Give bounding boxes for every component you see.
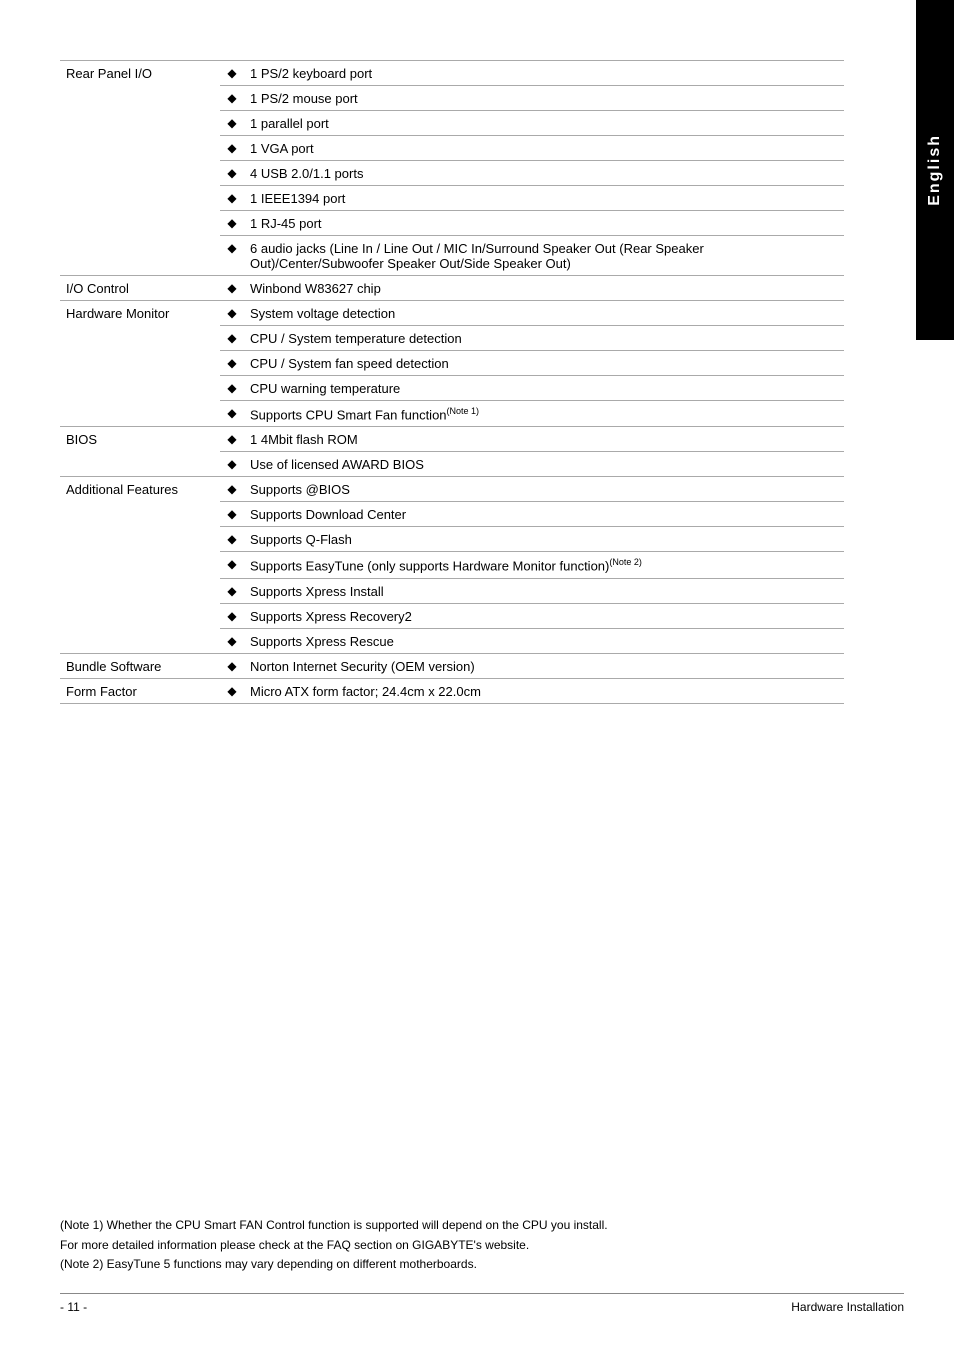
row-label: BIOS <box>60 427 220 477</box>
english-tab: English <box>916 0 954 340</box>
bullet-icon: ◆ <box>220 376 244 401</box>
footer-notes: (Note 1) Whether the CPU Smart FAN Contr… <box>60 1216 904 1274</box>
row-value: Supports Xpress Recovery2 <box>244 603 844 628</box>
row-value: Supports EasyTune (only supports Hardwar… <box>244 552 844 578</box>
table-row: BIOS◆1 4Mbit flash ROM <box>60 427 844 452</box>
row-label: I/O Control <box>60 276 220 301</box>
row-value: CPU warning temperature <box>244 376 844 401</box>
note-1-line1: (Note 1) Whether the CPU Smart FAN Contr… <box>60 1216 904 1235</box>
bullet-icon: ◆ <box>220 477 244 502</box>
table-row: Rear Panel I/O◆1 PS/2 keyboard port <box>60 61 844 86</box>
bullet-icon: ◆ <box>220 186 244 211</box>
row-value: Supports Xpress Rescue <box>244 628 844 653</box>
bullet-icon: ◆ <box>220 86 244 111</box>
bullet-icon: ◆ <box>220 136 244 161</box>
row-value: 1 RJ-45 port <box>244 211 844 236</box>
row-value: Norton Internet Security (OEM version) <box>244 653 844 678</box>
note-2: (Note 2) EasyTune 5 functions may vary d… <box>60 1255 904 1274</box>
row-value: 1 PS/2 mouse port <box>244 86 844 111</box>
english-label: English <box>926 134 944 206</box>
row-value: Supports Download Center <box>244 502 844 527</box>
table-row: I/O Control◆Winbond W83627 chip <box>60 276 844 301</box>
row-label: Additional Features <box>60 477 220 653</box>
bullet-icon: ◆ <box>220 61 244 86</box>
bullet-icon: ◆ <box>220 603 244 628</box>
table-row: Additional Features◆Supports @BIOS <box>60 477 844 502</box>
bullet-icon: ◆ <box>220 211 244 236</box>
row-label: Bundle Software <box>60 653 220 678</box>
bullet-icon: ◆ <box>220 236 244 276</box>
row-value: Supports Xpress Install <box>244 578 844 603</box>
row-value: 4 USB 2.0/1.1 ports <box>244 161 844 186</box>
bullet-icon: ◆ <box>220 276 244 301</box>
row-value: Supports CPU Smart Fan function(Note 1) <box>244 401 844 427</box>
table-row: Hardware Monitor◆System voltage detectio… <box>60 301 844 326</box>
bullet-icon: ◆ <box>220 578 244 603</box>
bullet-icon: ◆ <box>220 161 244 186</box>
row-value: Use of licensed AWARD BIOS <box>244 452 844 477</box>
row-value: Supports @BIOS <box>244 477 844 502</box>
bullet-icon: ◆ <box>220 678 244 703</box>
row-value: 1 VGA port <box>244 136 844 161</box>
row-value: System voltage detection <box>244 301 844 326</box>
row-value: 6 audio jacks (Line In / Line Out / MIC … <box>244 236 844 276</box>
row-value: 1 IEEE1394 port <box>244 186 844 211</box>
bullet-icon: ◆ <box>220 111 244 136</box>
bullet-icon: ◆ <box>220 301 244 326</box>
row-value: Winbond W83627 chip <box>244 276 844 301</box>
row-value: 1 PS/2 keyboard port <box>244 61 844 86</box>
section-label: Hardware Installation <box>791 1300 904 1314</box>
row-value: 1 parallel port <box>244 111 844 136</box>
main-content: Rear Panel I/O◆1 PS/2 keyboard port◆1 PS… <box>60 60 844 704</box>
table-row: Form Factor◆Micro ATX form factor; 24.4c… <box>60 678 844 703</box>
row-label: Hardware Monitor <box>60 301 220 427</box>
bullet-icon: ◆ <box>220 401 244 427</box>
row-label: Form Factor <box>60 678 220 703</box>
bullet-icon: ◆ <box>220 427 244 452</box>
row-label: Rear Panel I/O <box>60 61 220 276</box>
bullet-icon: ◆ <box>220 502 244 527</box>
row-value: CPU / System fan speed detection <box>244 351 844 376</box>
bullet-icon: ◆ <box>220 326 244 351</box>
page-number: - 11 - <box>60 1300 87 1314</box>
spec-table: Rear Panel I/O◆1 PS/2 keyboard port◆1 PS… <box>60 60 844 704</box>
bullet-icon: ◆ <box>220 452 244 477</box>
bullet-icon: ◆ <box>220 552 244 578</box>
row-value: Supports Q-Flash <box>244 527 844 552</box>
note-1-line2: For more detailed information please che… <box>60 1236 904 1255</box>
row-value: 1 4Mbit flash ROM <box>244 427 844 452</box>
row-value: Micro ATX form factor; 24.4cm x 22.0cm <box>244 678 844 703</box>
page-container: English Rear Panel I/O◆1 PS/2 keyboard p… <box>0 0 954 1354</box>
row-value: CPU / System temperature detection <box>244 326 844 351</box>
bullet-icon: ◆ <box>220 351 244 376</box>
bullet-icon: ◆ <box>220 653 244 678</box>
bullet-icon: ◆ <box>220 628 244 653</box>
bullet-icon: ◆ <box>220 527 244 552</box>
page-footer: - 11 - Hardware Installation <box>60 1293 904 1314</box>
table-row: Bundle Software◆Norton Internet Security… <box>60 653 844 678</box>
